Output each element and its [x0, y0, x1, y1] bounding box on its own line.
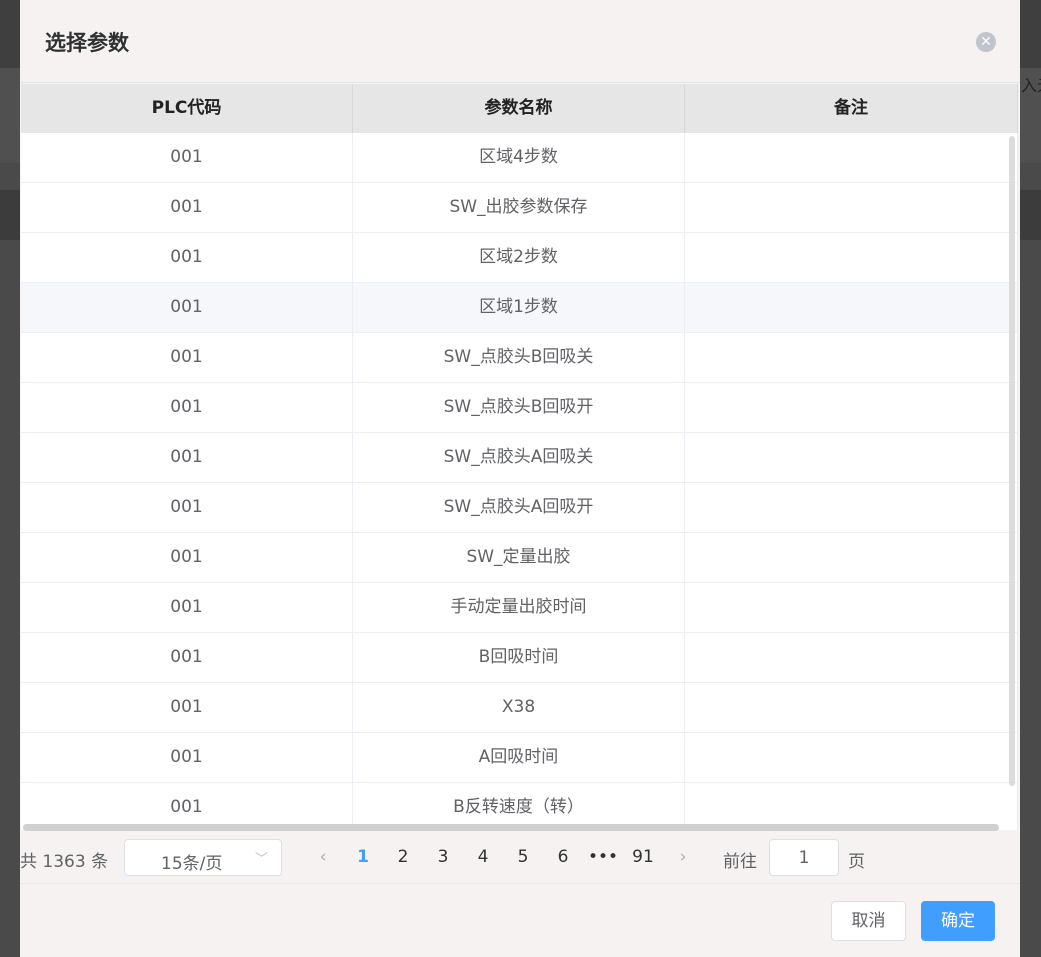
- plc-code-cell: 001: [21, 383, 353, 432]
- table-row[interactable]: 001 SW_点胶头B回吸开: [21, 383, 1018, 433]
- pagination: 共 1363 条 15条/页 ﹀ ‹ 1 2 3 4 5 6 ••• 91 › …: [20, 838, 1020, 878]
- plc-code-cell: 001: [21, 233, 353, 282]
- param-name-cell: A回吸时间: [353, 733, 685, 782]
- param-name-cell: SW_点胶头A回吸关: [353, 433, 685, 482]
- table-row[interactable]: 001 B回吸时间: [21, 633, 1018, 683]
- horizontal-scrollbar[interactable]: [23, 824, 999, 831]
- column-header-param-name[interactable]: 参数名称: [353, 84, 685, 133]
- table-row[interactable]: 001 SW_点胶头A回吸关: [21, 433, 1018, 483]
- page-button[interactable]: 1: [348, 847, 378, 867]
- param-name-cell: B反转速度（转）: [353, 783, 685, 830]
- table-row[interactable]: 001 区域4步数: [21, 133, 1018, 183]
- table-row[interactable]: 001 B反转速度（转）: [21, 783, 1018, 830]
- page-size-select[interactable]: 15条/页 ﹀: [124, 839, 282, 876]
- dialog-header: 选择参数 ✕: [20, 0, 1020, 83]
- table-row[interactable]: 001 A回吸时间: [21, 733, 1018, 783]
- plc-code-cell: 001: [21, 583, 353, 632]
- param-name-cell: 区域4步数: [353, 133, 685, 182]
- page-button[interactable]: 4: [468, 847, 498, 867]
- dialog-title: 选择参数: [45, 31, 129, 55]
- page-button[interactable]: 2: [388, 847, 418, 867]
- column-header-plc-code[interactable]: PLC代码: [21, 84, 353, 133]
- plc-code-cell: 001: [21, 433, 353, 482]
- plc-code-cell: 001: [21, 183, 353, 232]
- remark-cell: [685, 283, 1018, 332]
- plc-code-cell: 001: [21, 333, 353, 382]
- goto-label: 前往: [723, 852, 757, 872]
- remark-cell: [685, 433, 1018, 482]
- table-row[interactable]: 001 手动定量出胶时间: [21, 583, 1018, 633]
- plc-code-cell: 001: [21, 133, 353, 182]
- param-name-cell: SW_出胶参数保存: [353, 183, 685, 232]
- param-name-cell: 区域1步数: [353, 283, 685, 332]
- plc-code-cell: 001: [21, 283, 353, 332]
- table-header: PLC代码 参数名称 备注: [21, 84, 1018, 133]
- plc-code-cell: 001: [21, 633, 353, 682]
- plc-code-cell: 001: [21, 683, 353, 732]
- total-count: 共 1363 条: [20, 852, 109, 872]
- param-name-cell: X38: [353, 683, 685, 732]
- table-row[interactable]: 001 区域1步数: [21, 283, 1018, 333]
- close-icon[interactable]: ✕: [976, 32, 996, 52]
- table-row[interactable]: 001 区域2步数: [21, 233, 1018, 283]
- remark-cell: [685, 483, 1018, 532]
- chevron-down-icon: ﹀: [255, 852, 269, 867]
- cancel-button[interactable]: 取消: [831, 901, 906, 941]
- remark-cell: [685, 383, 1018, 432]
- remark-cell: [685, 633, 1018, 682]
- remark-cell: [685, 583, 1018, 632]
- table-body: 001 区域4步数 001 SW_出胶参数保存 001 区域2步数 001 区域1步数 001 S…: [21, 133, 1018, 830]
- param-name-cell: SW_点胶头B回吸开: [353, 383, 685, 432]
- confirm-button[interactable]: 确定: [921, 901, 995, 941]
- parameter-table: PLC代码 参数名称 备注 001 区域4步数 001 SW_出胶参数保存 001 区域2…: [21, 84, 1018, 830]
- footer-divider: [20, 883, 1020, 884]
- remark-cell: [685, 183, 1018, 232]
- chevron-left-icon[interactable]: ‹: [308, 847, 338, 867]
- remark-cell: [685, 133, 1018, 182]
- remark-cell: [685, 683, 1018, 732]
- table-row[interactable]: 001 SW_点胶头B回吸关: [21, 333, 1018, 383]
- page-button[interactable]: 6: [548, 847, 578, 867]
- chevron-right-icon[interactable]: ›: [668, 847, 698, 867]
- remark-cell: [685, 333, 1018, 382]
- remark-cell: [685, 733, 1018, 782]
- remark-cell: [685, 783, 1018, 830]
- page-size-value: 15条/页: [161, 854, 223, 874]
- page-button[interactable]: 3: [428, 847, 458, 867]
- table-row[interactable]: 001 X38: [21, 683, 1018, 733]
- param-name-cell: B回吸时间: [353, 633, 685, 682]
- table-row[interactable]: 001 SW_出胶参数保存: [21, 183, 1018, 233]
- plc-code-cell: 001: [21, 483, 353, 532]
- goto-page-input[interactable]: [769, 839, 839, 876]
- more-pages-icon[interactable]: •••: [588, 847, 618, 867]
- plc-code-cell: 001: [21, 733, 353, 782]
- column-header-remark[interactable]: 备注: [685, 84, 1018, 133]
- select-parameter-dialog: 选择参数 ✕ PLC代码 参数名称 备注 001 区域4步数 001 SW_出胶参数保…: [20, 0, 1020, 957]
- param-name-cell: SW_点胶头A回吸开: [353, 483, 685, 532]
- param-name-cell: 区域2步数: [353, 233, 685, 282]
- param-name-cell: SW_点胶头B回吸关: [353, 333, 685, 382]
- param-name-cell: 手动定量出胶时间: [353, 583, 685, 632]
- param-name-cell: SW_定量出胶: [353, 533, 685, 582]
- table-row[interactable]: 001 SW_点胶头A回吸开: [21, 483, 1018, 533]
- vertical-scrollbar[interactable]: [1009, 136, 1015, 786]
- plc-code-cell: 001: [21, 533, 353, 582]
- goto-suffix: 页: [848, 852, 865, 872]
- page-button[interactable]: 5: [508, 847, 538, 867]
- page-button[interactable]: 91: [628, 847, 658, 867]
- background-partial-text: 入元: [1021, 76, 1041, 95]
- table-row[interactable]: 001 SW_定量出胶: [21, 533, 1018, 583]
- remark-cell: [685, 533, 1018, 582]
- remark-cell: [685, 233, 1018, 282]
- plc-code-cell: 001: [21, 783, 353, 830]
